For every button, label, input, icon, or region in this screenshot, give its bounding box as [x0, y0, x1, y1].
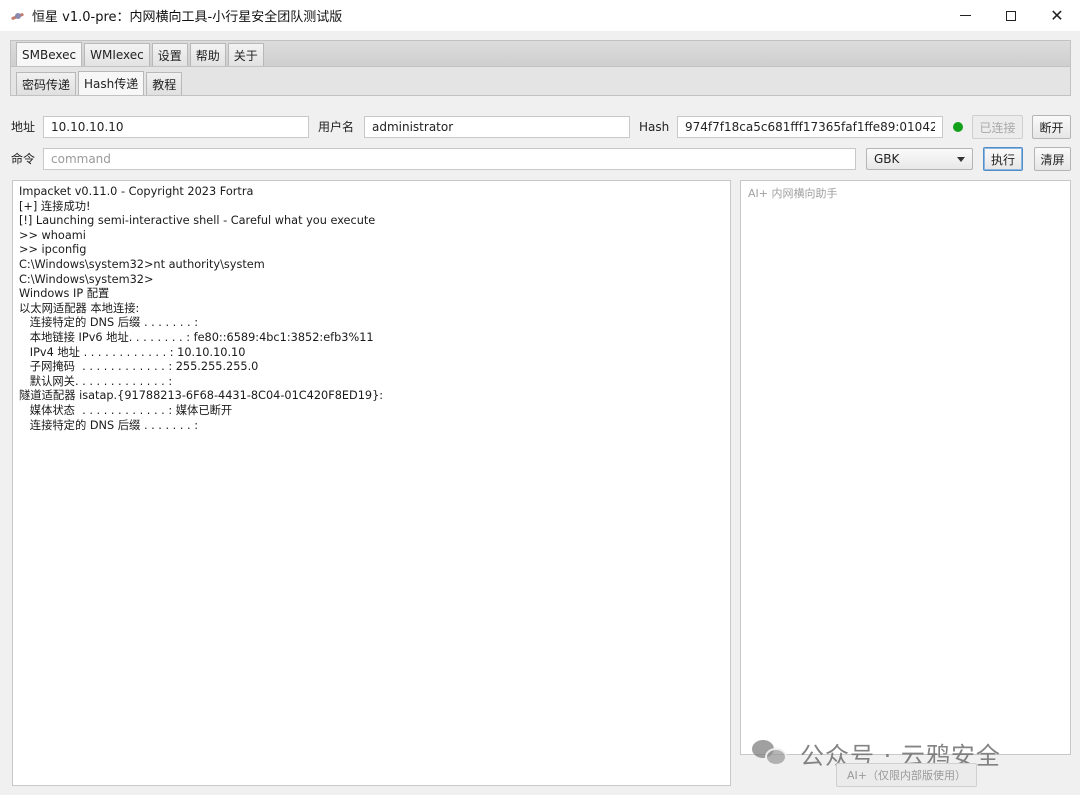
connected-button[interactable]: 已连接 [972, 115, 1023, 139]
command-label: 命令 [11, 152, 36, 166]
tab-wmiexec[interactable]: WMIexec [84, 43, 150, 66]
console-line: [+] 连接成功! [19, 199, 91, 213]
app-icon [10, 10, 26, 22]
console-line: IPv4 地址 . . . . . . . . . . . . : 10.10.… [19, 345, 246, 359]
maximize-button[interactable] [988, 0, 1034, 31]
title-bar: 恒星 v1.0-pre：内网横向工具-小行星安全团队测试版 ✕ [0, 0, 1080, 31]
console-line: 隧道适配器 isatap.{91788213-6F68-4431-8C04-01… [19, 389, 384, 403]
encoding-value: GBK [874, 152, 900, 166]
window-title: 恒星 v1.0-pre：内网横向工具-小行星安全团队测试版 [32, 10, 343, 25]
tab-hash-pass[interactable]: Hash传递 [78, 71, 145, 95]
ai-assistant-panel[interactable]: AI+ 内网横向助手 [740, 180, 1071, 755]
address-input[interactable] [43, 116, 309, 138]
console-line: 子网掩码 . . . . . . . . . . . . : 255.255.2… [19, 360, 259, 374]
username-label: 用户名 [318, 120, 355, 134]
connection-status-indicator [953, 122, 963, 132]
tab-help[interactable]: 帮助 [189, 43, 226, 66]
minimize-button[interactable] [942, 0, 988, 31]
console-line: Impacket v0.11.0 - Copyright 2023 Fortra [19, 185, 254, 198]
console-line: 媒体状态 . . . . . . . . . . . . : 媒体已断开 [19, 403, 233, 417]
console-line: C:\Windows\system32> [19, 272, 154, 286]
tab-settings[interactable]: 设置 [151, 43, 188, 66]
command-input[interactable] [43, 148, 856, 170]
console-output[interactable]: Impacket v0.11.0 - Copyright 2023 Fortra… [12, 180, 731, 786]
address-label: 地址 [11, 120, 36, 134]
top-tab-bar: SMBexec WMIexec 设置 帮助 关于 [10, 40, 1071, 67]
username-input[interactable] [364, 116, 630, 138]
console-line: >> whoami [19, 228, 86, 242]
tab-tutorial[interactable]: 教程 [146, 72, 183, 95]
console-line: [!] Launching semi-interactive shell - C… [19, 214, 376, 228]
close-button[interactable]: ✕ [1034, 0, 1080, 31]
tab-password-pass[interactable]: 密码传递 [16, 72, 77, 95]
console-line: 连接特定的 DNS 后缀 . . . . . . . : [19, 418, 199, 432]
console-line: 以太网适配器 本地连接: [19, 301, 140, 315]
execute-button[interactable]: 执行 [983, 147, 1023, 171]
tab-about[interactable]: 关于 [227, 43, 264, 66]
sub-tab-bar: 密码传递 Hash传递 教程 [10, 67, 1071, 96]
ai-panel-placeholder: AI+ 内网横向助手 [748, 187, 838, 200]
console-line: >> ipconfig [19, 243, 87, 257]
encoding-select[interactable]: GBK [866, 148, 973, 170]
wechat-icon [752, 738, 788, 768]
console-line: 默认网关. . . . . . . . . . . . . : [19, 374, 173, 388]
console-line: 连接特定的 DNS 后缀 . . . . . . . : [19, 316, 199, 330]
tab-smbexec[interactable]: SMBexec [16, 42, 83, 66]
window-controls: ✕ [942, 0, 1080, 31]
disconnect-button[interactable]: 断开 [1032, 115, 1071, 139]
clear-screen-button[interactable]: 清屏 [1034, 147, 1071, 171]
minimize-icon [959, 15, 971, 16]
console-line: C:\Windows\system32>nt authority\system [19, 257, 265, 271]
console-line: Windows IP 配置 [19, 287, 110, 301]
ai-plus-button[interactable]: AI+（仅限内部版使用） [836, 763, 977, 787]
console-line: 本地链接 IPv6 地址. . . . . . . . : fe80::6589… [19, 330, 374, 344]
chevron-down-icon [957, 157, 965, 162]
hash-label: Hash [639, 120, 670, 134]
close-icon: ✕ [1050, 5, 1064, 25]
hash-input[interactable] [677, 116, 943, 138]
maximize-icon [1006, 10, 1016, 21]
